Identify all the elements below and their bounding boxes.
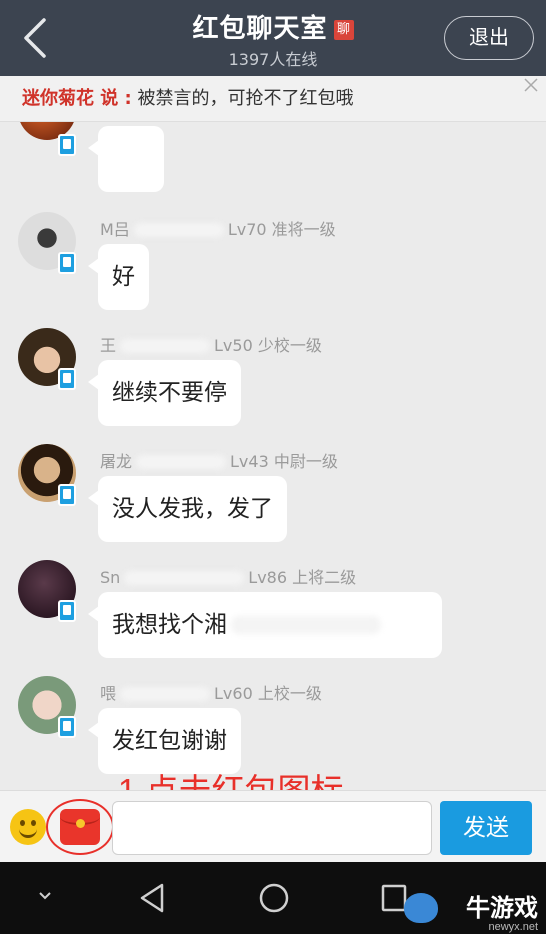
watermark-logo-icon (404, 893, 438, 923)
sender-level: Lv43 中尉一级 (230, 452, 338, 471)
emoji-icon[interactable] (10, 809, 46, 845)
sender-level: Lv86 上将二级 (248, 568, 357, 587)
sender-name: 王 (100, 336, 117, 355)
sender-name: Sn (100, 568, 121, 587)
red-envelope-icon[interactable] (60, 809, 100, 845)
close-icon[interactable] (522, 76, 540, 94)
home-circle-icon[interactable] (258, 882, 290, 914)
mobile-icon (58, 368, 76, 390)
sender-level: Lv50 少校一级 (214, 336, 322, 355)
mobile-icon (58, 600, 76, 622)
sender-name: M吕 (100, 220, 130, 239)
sender-level: Lv60 上校一级 (214, 684, 322, 703)
chat-list[interactable]: M吕 Lv70 准将一级 好 王 Lv50 少校一级 继续不要停 屠龙 Lv43 中尉… (0, 122, 546, 790)
sender-meta: 王 Lv50 少校一级 (100, 332, 322, 356)
blurred-name (124, 571, 245, 585)
sender-meta: Sn Lv86 上将二级 (100, 564, 356, 588)
blurred-name (133, 223, 224, 237)
mobile-icon (58, 716, 76, 738)
send-button[interactable]: 发送 (440, 801, 532, 855)
blurred-name (120, 687, 211, 701)
sender-meta: 屠龙 Lv43 中尉一级 (100, 448, 338, 472)
notice-text: 被禁言的，可抢不了红包哦 (131, 88, 354, 109)
notice-bar: 迷你菊花 说 : 被禁言的，可抢不了红包哦 (0, 76, 546, 122)
sender-level: Lv70 准将一级 (227, 220, 336, 239)
sender-name: 喂 (100, 684, 117, 703)
exit-button[interactable]: 退出 (444, 16, 534, 60)
mobile-icon (58, 134, 76, 156)
blurred-name (136, 455, 227, 469)
top-bar: 红包聊天室聊 1397人在线 退出 (0, 0, 546, 76)
back-triangle-icon[interactable] (138, 882, 166, 914)
notice-speaker: 迷你菊花 说 : (22, 88, 132, 109)
watermark-url: newyx.net (488, 921, 538, 933)
message-bubble[interactable] (88, 126, 164, 192)
blurred-name (120, 339, 211, 353)
message-bubble[interactable]: 继续不要停 (88, 360, 241, 426)
message-bubble[interactable]: 我想找个湘 (88, 592, 442, 658)
input-bar: 发送 (0, 790, 546, 862)
watermark-brand: 牛游戏 (466, 895, 538, 922)
page-title: 红包聊天室 (192, 14, 328, 44)
chevron-down-icon[interactable] (34, 888, 56, 904)
blurred-text (231, 616, 381, 634)
chat-badge: 聊 (333, 20, 354, 40)
message-input[interactable] (112, 801, 432, 855)
mobile-icon (58, 484, 76, 506)
sender-name: 屠龙 (100, 452, 133, 471)
system-nav-bar (0, 862, 546, 934)
mobile-icon (58, 252, 76, 274)
sender-meta: 喂 Lv60 上校一级 (100, 680, 322, 704)
watermark: 牛游戏 newyx.net (466, 888, 538, 933)
message-bubble[interactable]: 好 (88, 244, 149, 310)
sender-meta: M吕 Lv70 准将一级 (100, 216, 336, 240)
message-bubble[interactable]: 没人发我，发了 (88, 476, 287, 542)
message-text: 我想找个湘 (112, 612, 227, 638)
